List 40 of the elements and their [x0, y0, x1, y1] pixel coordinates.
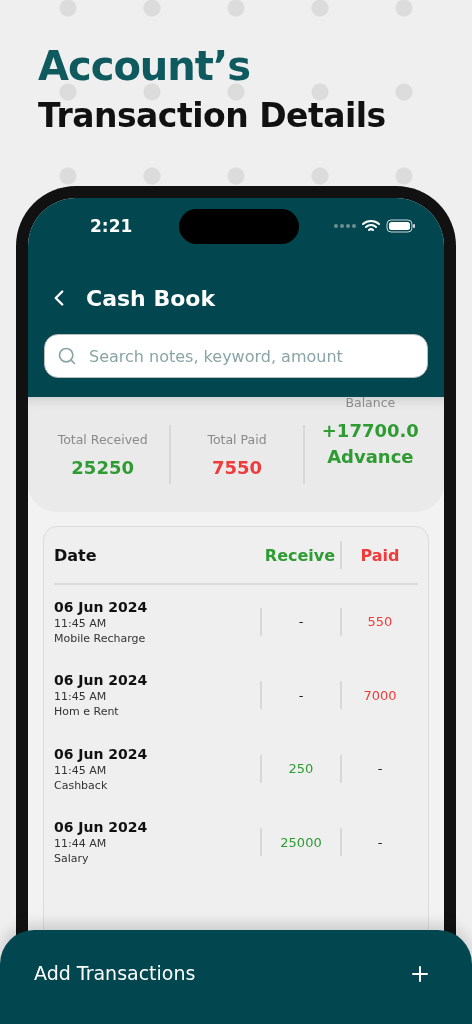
summary-value: 25250 — [71, 456, 134, 478]
search-icon — [57, 346, 77, 366]
screen-title: Cash Book — [86, 285, 216, 311]
column-header: Date — [54, 545, 97, 565]
receive-amount: - — [260, 607, 340, 636]
balance-note: Advance — [327, 445, 414, 469]
transaction-note: Salary — [54, 852, 90, 866]
wifi-icon — [362, 219, 380, 233]
balance-value: +17700.0 — [321, 419, 419, 443]
balance-label: Balance — [345, 395, 396, 410]
status-time: 2:21 — [90, 216, 133, 236]
battery-icon — [386, 219, 416, 233]
transaction-note: Hom e Rent — [54, 705, 120, 719]
paid-amount: 550 — [340, 607, 418, 636]
column-header: Receive — [264, 545, 336, 565]
paid-amount: 7000 — [340, 681, 418, 710]
summary-value: 7550 — [211, 456, 263, 478]
signal-icon — [334, 224, 356, 228]
transaction-time: 11:45 AM — [54, 690, 108, 704]
search-field[interactable]: Search notes, keyword, amount — [44, 334, 428, 378]
column-header: Paid — [360, 545, 400, 565]
transaction-time: 11:45 AM — [54, 763, 108, 777]
receive-amount: 25000 — [260, 828, 340, 857]
summary-label: Total Received — [57, 431, 148, 447]
paid-amount: - — [340, 828, 418, 857]
receive-amount: - — [260, 681, 340, 710]
paid-amount: - — [340, 754, 418, 783]
transaction-date: 06 Jun 2024 — [54, 598, 149, 615]
transaction-date: 06 Jun 2024 — [54, 672, 149, 689]
transaction-note: Mobile Recharge — [54, 631, 147, 645]
headline-subtitle: Transaction Details — [38, 95, 386, 137]
summary-label: Total Paid — [207, 431, 267, 447]
headline-title: Account’s — [38, 42, 250, 91]
transaction-date: 06 Jun 2024 — [54, 745, 149, 762]
add-transactions-button[interactable]: Add Transactions — [0, 930, 472, 1024]
transaction-time: 11:44 AM — [54, 837, 108, 851]
receive-amount: 250 — [260, 754, 340, 783]
transaction-time: 11:45 AM — [54, 616, 108, 630]
transaction-note: Cashback — [54, 778, 109, 792]
transaction-date: 06 Jun 2024 — [54, 819, 149, 836]
